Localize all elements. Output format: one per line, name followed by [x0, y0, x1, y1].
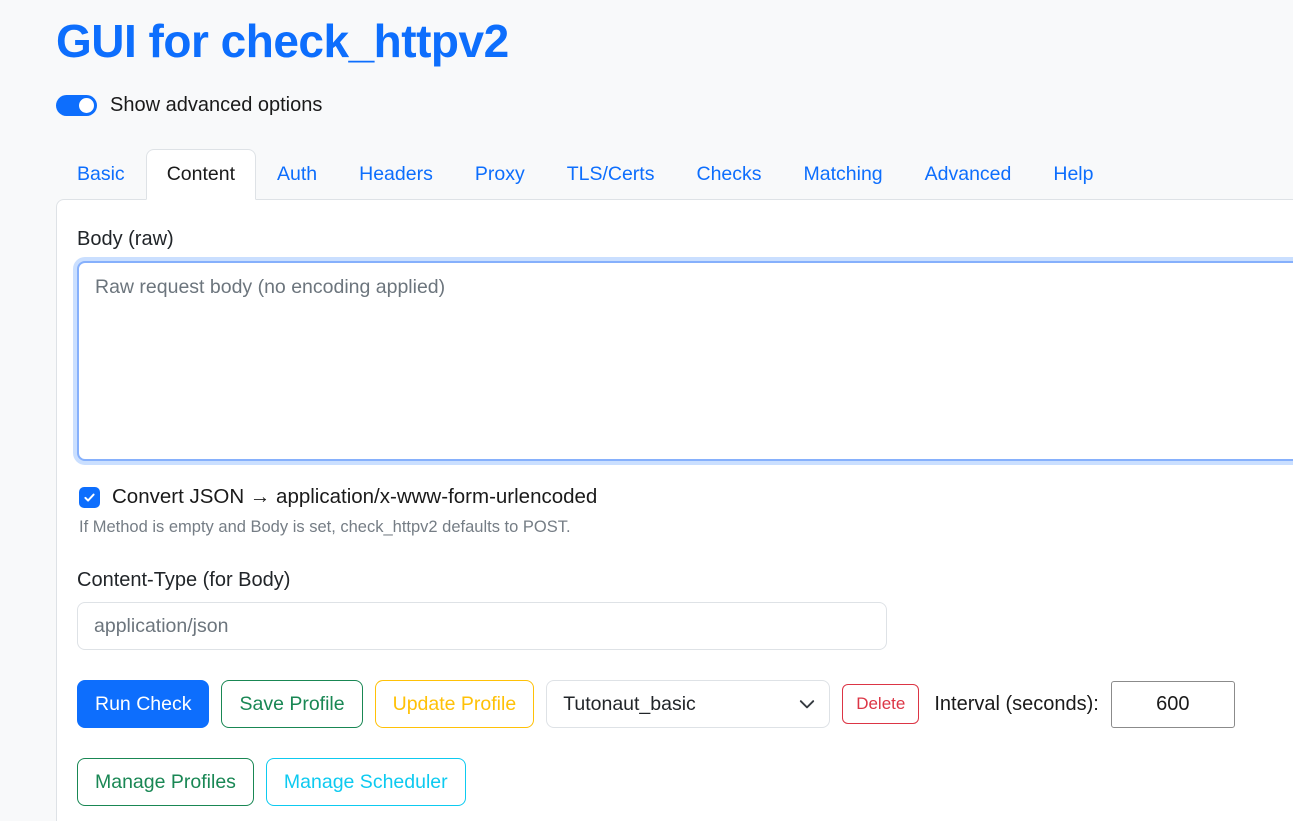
run-check-button[interactable]: Run Check	[77, 680, 209, 728]
convert-json-label: Convert JSON → application/x-www-form-ur…	[112, 485, 597, 509]
convert-json-checkbox[interactable]	[79, 487, 100, 508]
update-profile-button[interactable]: Update Profile	[375, 680, 535, 728]
tab-help[interactable]: Help	[1032, 149, 1114, 200]
show-advanced-label: Show advanced options	[110, 94, 322, 117]
tab-advanced[interactable]: Advanced	[904, 149, 1033, 200]
tab-content-panel: Body (raw) Convert JSON → application/x-…	[56, 199, 1293, 821]
primary-action-row: Run Check Save Profile Update Profile Tu…	[77, 680, 1293, 728]
tab-headers[interactable]: Headers	[338, 149, 454, 200]
delete-profile-button[interactable]: Delete	[842, 684, 919, 724]
tab-bar: Basic Content Auth Headers Proxy TLS/Cer…	[56, 149, 1293, 200]
interval-input[interactable]	[1111, 681, 1235, 728]
secondary-action-row: Manage Profiles Manage Scheduler	[77, 758, 1293, 806]
manage-profiles-button[interactable]: Manage Profiles	[77, 758, 254, 806]
tab-auth[interactable]: Auth	[256, 149, 338, 200]
profile-select-wrap: Tutonaut_basic	[546, 680, 830, 728]
tab-proxy[interactable]: Proxy	[454, 149, 546, 200]
tab-checks[interactable]: Checks	[675, 149, 782, 200]
toggle-knob	[79, 98, 94, 113]
tab-matching[interactable]: Matching	[783, 149, 904, 200]
page-title: GUI for check_httpv2	[56, 14, 1293, 68]
show-advanced-toggle[interactable]	[56, 95, 97, 116]
convert-json-row: Convert JSON → application/x-www-form-ur…	[79, 485, 1293, 509]
check-icon	[82, 490, 97, 505]
content-type-label: Content-Type (for Body)	[77, 569, 1293, 592]
body-raw-label: Body (raw)	[77, 228, 1293, 251]
method-helper-text: If Method is empty and Body is set, chec…	[79, 518, 1293, 537]
tab-content[interactable]: Content	[146, 149, 256, 200]
manage-scheduler-button[interactable]: Manage Scheduler	[266, 758, 466, 806]
advanced-options-row: Show advanced options	[56, 94, 1293, 117]
content-type-input[interactable]	[77, 602, 887, 650]
profile-select[interactable]: Tutonaut_basic	[546, 680, 830, 728]
page-container: GUI for check_httpv2 Show advanced optio…	[0, 0, 1293, 821]
tab-tls-certs[interactable]: TLS/Certs	[546, 149, 676, 200]
tab-basic[interactable]: Basic	[56, 149, 146, 200]
save-profile-button[interactable]: Save Profile	[221, 680, 362, 728]
body-raw-textarea[interactable]	[77, 261, 1293, 461]
interval-label: Interval (seconds):	[934, 693, 1099, 716]
